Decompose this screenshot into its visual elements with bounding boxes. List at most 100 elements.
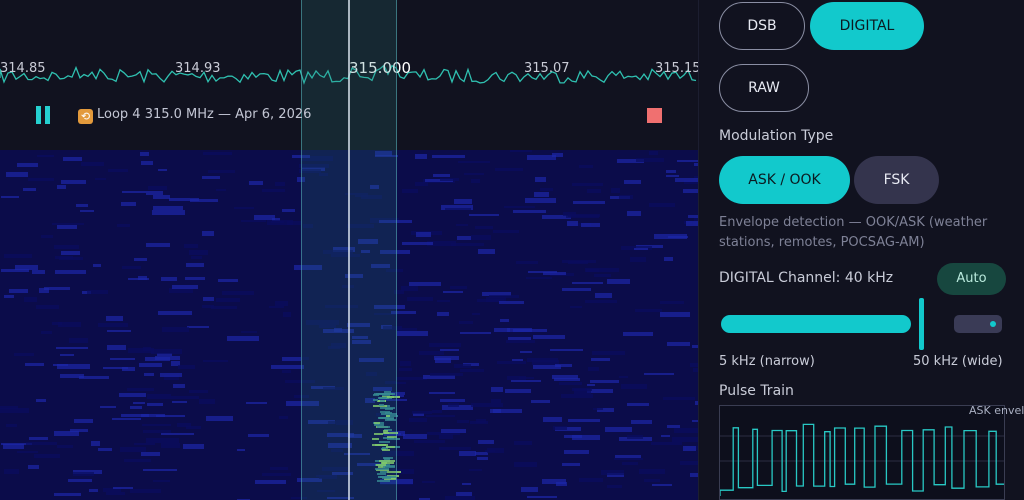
waterfall-signal — [384, 458, 390, 460]
waterfall-noise — [644, 373, 674, 375]
waterfall-noise — [161, 443, 180, 448]
waterfall-noise — [454, 199, 472, 204]
waterfall-noise — [572, 183, 603, 186]
waterfall-noise — [491, 387, 503, 392]
waterfall-noise — [352, 340, 371, 344]
waterfall-noise — [409, 282, 441, 286]
waterfall-noise — [122, 266, 141, 269]
waterfall-noise — [667, 342, 690, 346]
waterfall-noise — [456, 492, 472, 496]
waterfall-noise — [160, 373, 182, 377]
stop-button[interactable] — [647, 108, 662, 123]
waterfall-signal — [380, 400, 385, 402]
waterfall-noise — [187, 326, 209, 328]
waterfall-noise — [443, 291, 463, 293]
waterfall-noise — [380, 250, 410, 254]
waterfall-noise — [563, 212, 576, 216]
waterfall-noise — [361, 195, 382, 199]
mode-raw-button[interactable]: RAW — [719, 64, 809, 112]
waterfall-noise — [651, 442, 682, 445]
waterfall-noise — [396, 377, 427, 380]
waterfall-noise — [462, 483, 471, 485]
waterfall-noise — [516, 261, 538, 264]
waterfall-noise — [153, 206, 183, 210]
waterfall-noise — [407, 297, 433, 301]
waterfall-noise — [458, 161, 490, 163]
waterfall-signal — [384, 432, 389, 434]
waterfall-noise — [57, 185, 66, 189]
waterfall-noise — [134, 258, 147, 261]
waterfall-noise — [331, 254, 360, 257]
waterfall-noise — [106, 492, 125, 495]
pause-button[interactable] — [34, 106, 52, 126]
waterfall-noise — [513, 329, 547, 332]
waterfall-noise — [106, 316, 123, 321]
channel-slider-thumb[interactable] — [918, 298, 924, 350]
waterfall-noise — [562, 288, 591, 291]
waterfall-noise — [476, 419, 486, 423]
waterfall-noise — [386, 269, 403, 272]
waterfall-noise — [234, 207, 254, 209]
waterfall-noise — [158, 311, 192, 315]
waterfall-noise — [459, 321, 473, 324]
waterfall-noise — [663, 397, 695, 400]
waterfall-noise — [572, 282, 603, 284]
waterfall-noise — [627, 211, 641, 216]
waterfall-signal — [372, 438, 379, 440]
waterfall-noise — [527, 496, 557, 498]
channel-slider-fill[interactable] — [721, 315, 911, 333]
fsk-button[interactable]: FSK — [854, 156, 939, 204]
waterfall-noise — [80, 210, 94, 212]
waterfall-noise — [110, 358, 135, 360]
ask-ook-button[interactable]: ASK / OOK — [719, 156, 850, 204]
waterfall-noise — [469, 214, 499, 216]
tuning-center-line[interactable] — [348, 0, 350, 500]
waterfall-noise — [28, 465, 39, 469]
waterfall-noise — [28, 178, 54, 181]
waterfall-noise — [590, 380, 619, 383]
waterfall-noise — [514, 462, 537, 467]
waterfall-signal — [383, 466, 395, 468]
waterfall-noise — [491, 399, 501, 403]
waterfall-noise — [521, 487, 538, 492]
waterfall-noise — [519, 377, 534, 379]
waterfall-noise — [595, 293, 612, 298]
waterfall-noise — [680, 461, 698, 465]
waterfall-noise — [279, 416, 288, 419]
waterfall-noise — [161, 277, 177, 281]
waterfall-noise — [249, 181, 263, 185]
waterfall-noise — [497, 361, 526, 364]
waterfall-noise — [216, 298, 240, 302]
waterfall-noise — [472, 313, 480, 315]
waterfall-noise — [499, 301, 524, 304]
waterfall-noise — [227, 336, 259, 341]
waterfall-noise — [291, 497, 307, 499]
waterfall-signal — [379, 460, 395, 462]
waterfall-noise — [674, 428, 698, 433]
waterfall-noise — [471, 235, 491, 240]
waterfall-noise — [56, 347, 88, 349]
waterfall-noise — [269, 306, 284, 308]
waterfall-noise — [199, 399, 215, 404]
pulse-train-plot — [719, 405, 1005, 500]
spectrum-waterfall-area[interactable]: 314.85 314.93 315.000 315.07 315.15 ⟲ Loo… — [0, 0, 698, 500]
waterfall-noise — [76, 204, 88, 207]
waterfall-noise — [644, 479, 660, 482]
mode-digital-button[interactable]: DIGITAL — [810, 2, 924, 50]
waterfall-signal — [381, 413, 397, 415]
mode-dsb-button[interactable]: DSB — [719, 2, 805, 50]
waterfall-noise — [133, 402, 145, 404]
waterfall-noise — [686, 221, 698, 226]
auto-button[interactable]: Auto — [937, 263, 1006, 295]
waterfall-noise — [528, 271, 557, 273]
waterfall-noise — [594, 274, 611, 277]
pause-icon-bar — [45, 106, 50, 124]
waterfall-noise — [527, 155, 556, 160]
waterfall-noise — [41, 331, 52, 334]
waterfall-signal — [380, 411, 390, 413]
waterfall-noise — [567, 221, 578, 226]
waterfall-signal — [386, 446, 395, 448]
waterfall-noise — [317, 490, 335, 492]
waterfall-noise — [382, 451, 414, 456]
waterfall-noise — [161, 433, 194, 435]
